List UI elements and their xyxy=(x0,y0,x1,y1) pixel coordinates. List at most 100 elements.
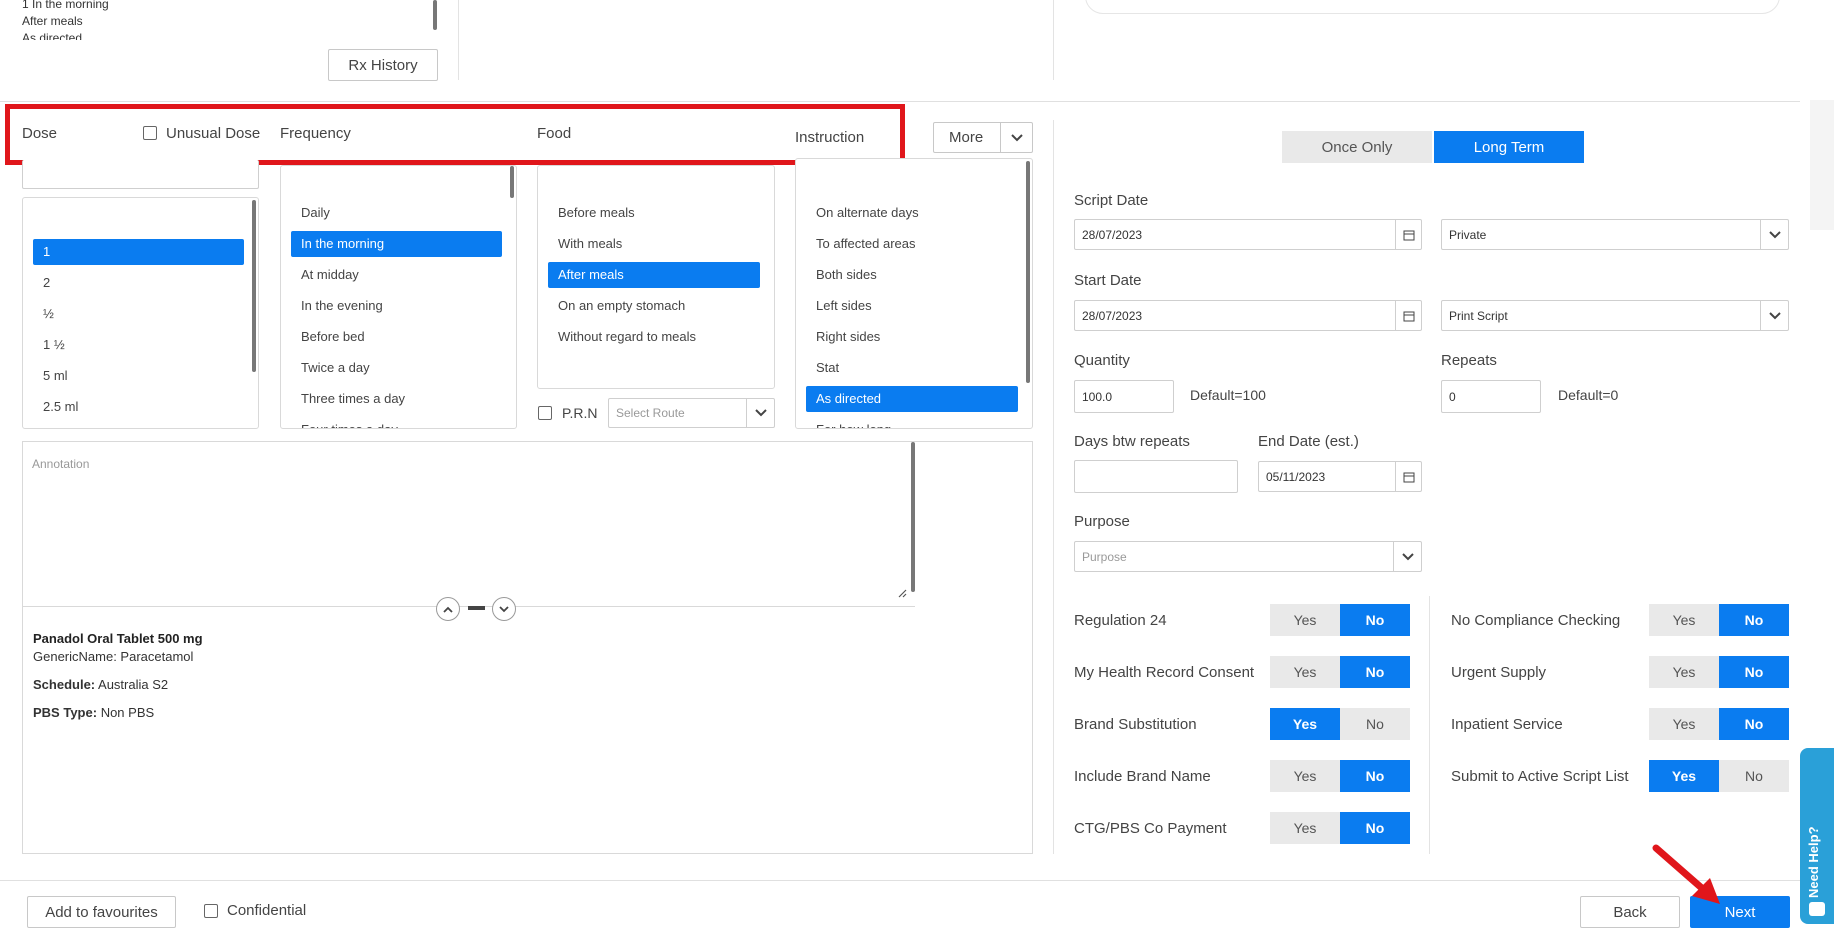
list-item[interactable]: At midday xyxy=(291,262,502,288)
yes-option[interactable]: Yes xyxy=(1270,656,1340,688)
list-item[interactable]: Four times a day xyxy=(291,417,502,428)
calendar-icon[interactable] xyxy=(1395,301,1421,330)
list-item[interactable]: Both sides xyxy=(806,262,1018,288)
list-item[interactable]: On alternate days xyxy=(806,200,1018,226)
history-list: 1 In the morning After meals As directed xyxy=(0,0,440,40)
instruction-scrollbar[interactable] xyxy=(1026,161,1030,383)
yes-option[interactable]: Yes xyxy=(1270,604,1340,636)
list-item[interactable]: As directed xyxy=(806,386,1018,412)
history-item: 1 In the morning xyxy=(22,0,109,11)
purpose-select[interactable]: Purpose xyxy=(1074,541,1422,572)
list-item[interactable]: Stat xyxy=(806,355,1018,381)
rx-history-button[interactable]: Rx History xyxy=(328,49,438,81)
footer-divider xyxy=(0,880,1800,881)
frequency-scrollbar[interactable] xyxy=(510,166,514,198)
route-select[interactable]: Select Route xyxy=(608,398,775,428)
end-date-label: End Date (est.) xyxy=(1258,433,1359,450)
list-item[interactable]: Right sides xyxy=(806,324,1018,350)
list-item[interactable]: After meals xyxy=(548,262,760,288)
list-item[interactable]: In the morning xyxy=(291,231,502,257)
expand-down-icon[interactable] xyxy=(492,597,516,621)
list-item[interactable]: Before meals xyxy=(548,200,760,226)
annotation-scrollbar[interactable] xyxy=(911,442,915,592)
no-option[interactable]: No xyxy=(1340,656,1410,688)
pbs-value: Non PBS xyxy=(100,705,155,720)
need-help-tab[interactable]: Need Help? xyxy=(1800,748,1834,924)
list-item[interactable]: For how long xyxy=(806,417,1018,428)
long-term-button[interactable]: Long Term xyxy=(1434,131,1584,163)
calendar-icon[interactable] xyxy=(1395,220,1421,249)
purpose-label: Purpose xyxy=(1074,513,1130,530)
end-date-input[interactable]: 05/11/2023 xyxy=(1258,461,1422,492)
add-to-favourites-button[interactable]: Add to favourites xyxy=(27,896,176,928)
yes-option[interactable]: Yes xyxy=(1649,708,1719,740)
yes-option[interactable]: Yes xyxy=(1649,760,1719,792)
my-health-record-label: My Health Record Consent xyxy=(1074,664,1255,681)
script-date-label: Script Date xyxy=(1074,192,1149,209)
days-btw-input[interactable] xyxy=(1074,460,1238,493)
list-item[interactable]: ½ xyxy=(33,301,244,327)
list-item[interactable]: Without regard to meals xyxy=(548,324,760,350)
no-option[interactable]: No xyxy=(1340,760,1410,792)
no-option[interactable]: No xyxy=(1340,812,1410,844)
script-date-value: 28/07/2023 xyxy=(1082,227,1143,242)
chat-icon xyxy=(1809,902,1825,916)
no-option[interactable]: No xyxy=(1340,604,1410,636)
confidential-checkbox[interactable] xyxy=(204,904,218,918)
side-icons-strip xyxy=(1810,100,1834,230)
yes-option[interactable]: Yes xyxy=(1270,708,1340,740)
list-item[interactable]: 2.5 ml xyxy=(33,394,244,420)
more-button[interactable]: More xyxy=(933,122,1033,153)
script-date-input[interactable]: 28/07/2023 xyxy=(1074,219,1422,250)
no-option[interactable]: No xyxy=(1340,708,1410,740)
private-value: Private xyxy=(1449,227,1487,242)
no-option[interactable]: No xyxy=(1719,656,1789,688)
yes-option[interactable]: Yes xyxy=(1270,760,1340,792)
start-date-label: Start Date xyxy=(1074,272,1142,289)
annotation-placeholder: Annotation xyxy=(32,457,90,471)
end-date-value: 05/11/2023 xyxy=(1266,469,1326,484)
list-item[interactable]: 2 xyxy=(33,270,244,296)
list-item[interactable]: Left sides xyxy=(806,293,1018,319)
list-item[interactable]: Daily xyxy=(291,200,502,226)
list-item[interactable]: On an empty stomach xyxy=(548,293,760,319)
yes-option[interactable]: Yes xyxy=(1649,656,1719,688)
list-item[interactable]: 5 ml xyxy=(33,363,244,389)
regulation-24-toggle: Yes No xyxy=(1270,604,1410,636)
drug-pbs: PBS Type: Non PBS xyxy=(33,705,154,720)
yes-option[interactable]: Yes xyxy=(1649,604,1719,636)
drug-generic: GenericName: Paracetamol xyxy=(33,649,194,664)
quantity-input[interactable]: 100.0 xyxy=(1074,380,1174,413)
dose-list: 1 2 ½ 1 ½ 5 ml 2.5 ml xyxy=(22,197,259,429)
drag-handle-icon[interactable] xyxy=(468,606,485,610)
calendar-icon[interactable] xyxy=(1395,462,1421,491)
resize-handle-icon[interactable] xyxy=(897,588,907,598)
no-option[interactable]: No xyxy=(1719,604,1789,636)
list-item[interactable]: With meals xyxy=(548,231,760,257)
yes-option[interactable]: Yes xyxy=(1270,812,1340,844)
list-item[interactable]: Twice a day xyxy=(291,355,502,381)
list-item[interactable]: Three times a day xyxy=(291,386,502,412)
prn-checkbox[interactable] xyxy=(538,406,552,420)
no-option[interactable]: No xyxy=(1719,760,1789,792)
history-item: After meals xyxy=(22,14,83,28)
dose-input[interactable] xyxy=(22,160,259,189)
print-script-select[interactable]: Print Script xyxy=(1441,300,1789,331)
private-select[interactable]: Private xyxy=(1441,219,1789,250)
purpose-placeholder: Purpose xyxy=(1082,549,1127,564)
list-item[interactable]: To affected areas xyxy=(806,231,1018,257)
list-item[interactable]: Before bed xyxy=(291,324,502,350)
list-item[interactable]: 1 xyxy=(33,239,244,265)
annotation-textarea[interactable]: Annotation xyxy=(23,442,915,607)
quantity-value: 100.0 xyxy=(1082,389,1113,404)
repeats-input[interactable]: 0 xyxy=(1441,380,1541,413)
collapse-up-icon[interactable] xyxy=(436,597,460,621)
drug-schedule: Schedule: Australia S2 xyxy=(33,677,168,692)
start-date-input[interactable]: 28/07/2023 xyxy=(1074,300,1422,331)
list-item[interactable]: 1 ½ xyxy=(33,332,244,358)
history-scrollbar[interactable] xyxy=(433,0,437,30)
dose-scrollbar[interactable] xyxy=(252,200,256,372)
no-option[interactable]: No xyxy=(1719,708,1789,740)
once-only-button[interactable]: Once Only xyxy=(1282,131,1432,163)
list-item[interactable]: In the evening xyxy=(291,293,502,319)
